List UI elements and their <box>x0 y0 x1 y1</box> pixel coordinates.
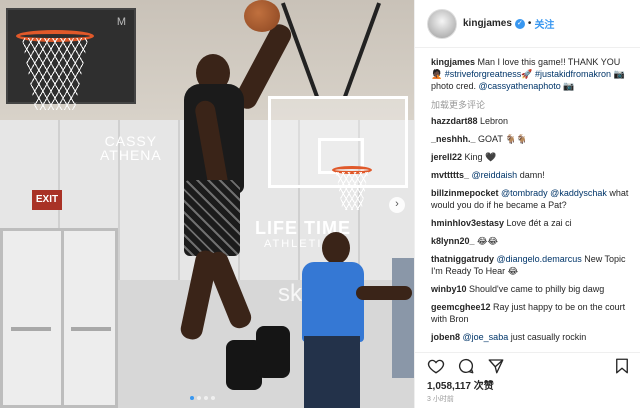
comment-text: GOAT 🐐🐐 <box>475 134 528 144</box>
comment-row: mvttttts_ @reiddaish damn! <box>431 169 633 181</box>
watermark-top: CASSY <box>104 133 158 149</box>
basketball <box>244 0 280 32</box>
comment-text: 😂😂 <box>474 236 499 246</box>
carousel-next-button[interactable]: › <box>389 197 405 213</box>
comment-text: Lebron <box>477 116 509 126</box>
load-more-comments-button[interactable]: 加载更多评论 <box>431 98 633 111</box>
comment-row: hminhlov3estasy Love đét a zai ci <box>431 217 633 229</box>
avatar[interactable] <box>427 8 457 39</box>
comment-icon[interactable] <box>457 357 475 375</box>
action-bar <box>415 352 640 374</box>
photo-watermark: CASSY ATHENA <box>100 134 162 162</box>
exit-sign: EXIT <box>32 190 62 210</box>
comment-text: Should've came to philly big dawg <box>466 284 605 294</box>
defender-head <box>322 232 350 264</box>
hashtag-link[interactable]: #striveforgreatness <box>445 69 522 79</box>
bookmark-icon[interactable] <box>613 357 631 375</box>
watermark-bottom: ATHENA <box>100 147 162 163</box>
dunker-shoe <box>256 326 290 378</box>
comment-username[interactable]: hminhlov3estasy <box>431 218 504 228</box>
wall-text: sk <box>278 280 302 307</box>
comment-row: thatniggatrudy @diangelo.demarcus New To… <box>431 253 633 277</box>
comment-text: damn! <box>517 170 545 180</box>
comment-text: just casually rockin <box>508 332 587 342</box>
heart-icon[interactable] <box>427 357 445 375</box>
post-side-panel: kingjames ✓ • 关注 kingjames Man I love th… <box>414 0 640 408</box>
defender-shorts <box>304 336 360 408</box>
post-photo[interactable]: M EXIT CASSY ATHENA LIFE TIME ATHLETIC s… <box>0 0 414 408</box>
comment-username[interactable]: geemcghee12 <box>431 302 491 312</box>
dunker-shorts <box>184 180 240 256</box>
comment-text: King 🖤 <box>462 152 497 162</box>
comment-row: geemcghee12 Ray just happy to be on the … <box>431 301 633 325</box>
comment-mention[interactable]: @joe_saba <box>463 332 509 342</box>
comment-username[interactable]: k8lynn20_ <box>431 236 475 246</box>
comment-row: winby10 Should've came to philly big daw… <box>431 283 633 295</box>
comment-username[interactable]: billzinmepocket <box>431 188 499 198</box>
comment-row: k8lynn20_ 😂😂 <box>431 235 633 247</box>
defender-arm <box>356 286 412 300</box>
comment-username[interactable]: thatniggatrudy <box>431 254 494 264</box>
post-header: kingjames ✓ • 关注 <box>415 0 640 48</box>
defender-shirt <box>302 262 364 342</box>
caption-username[interactable]: kingjames <box>431 57 475 67</box>
comment-row: _neshhh._ GOAT 🐐🐐 <box>431 133 633 145</box>
comment-row: hazzdart88 Lebron <box>431 115 633 127</box>
comment-text: Love đét a zai ci <box>504 218 572 228</box>
comment-username[interactable]: hazzdart88 <box>431 116 478 126</box>
comment-mention[interactable]: @diangelo.demarcus <box>497 254 582 264</box>
carousel-dot <box>211 396 215 400</box>
share-icon[interactable] <box>487 357 505 375</box>
header-separator: • <box>527 18 532 29</box>
comment-username[interactable]: mvttttts_ <box>431 170 469 180</box>
carousel-dot <box>190 396 194 400</box>
door-handle <box>71 327 111 331</box>
comment-row: jerell22 King 🖤 <box>431 151 633 163</box>
header-username[interactable]: kingjames <box>463 18 512 29</box>
comment-username[interactable]: _neshhh._ <box>431 134 476 144</box>
gym-doors <box>0 228 118 408</box>
caption-text: 📷 <box>560 81 575 91</box>
comment-username[interactable]: jerell22 <box>431 152 462 162</box>
hashtag-link[interactable]: #justakidfromakron <box>535 69 611 79</box>
comments-list: kingjames Man I love this game!! THANK Y… <box>415 50 640 350</box>
verified-icon: ✓ <box>514 18 525 29</box>
comment-row: joben8 @joe_saba just casually rockin <box>431 331 633 343</box>
background-player <box>392 258 414 378</box>
follow-button[interactable]: 关注 <box>534 16 554 31</box>
comment-row: billzinmepocket @tombrady @kaddyschak wh… <box>431 187 633 211</box>
carousel-dot <box>204 396 208 400</box>
carousel-dot <box>197 396 201 400</box>
like-count[interactable]: 1,058,117 次赞 <box>427 377 494 392</box>
post-timestamp: 3 小时前 <box>427 396 454 403</box>
banner-letter: M <box>116 16 126 28</box>
caption-text: 🚀 <box>521 69 535 79</box>
post-caption: kingjames Man I love this game!! THANK Y… <box>431 56 633 92</box>
door-divider <box>61 231 64 405</box>
carousel-dots <box>190 396 215 400</box>
comment-mention[interactable]: @reiddaish <box>472 170 518 180</box>
comment-entries: hazzdart88 Lebron _neshhh._ GOAT 🐐🐐 jerell… <box>431 115 633 343</box>
comment-mention[interactable]: @tombrady @kaddyschak <box>501 188 607 198</box>
door-handle <box>11 327 51 331</box>
comment-username[interactable]: joben8 <box>431 332 460 342</box>
mention-link[interactable]: @cassyathenaphoto <box>479 81 561 91</box>
comment-username[interactable]: winby10 <box>431 284 467 294</box>
